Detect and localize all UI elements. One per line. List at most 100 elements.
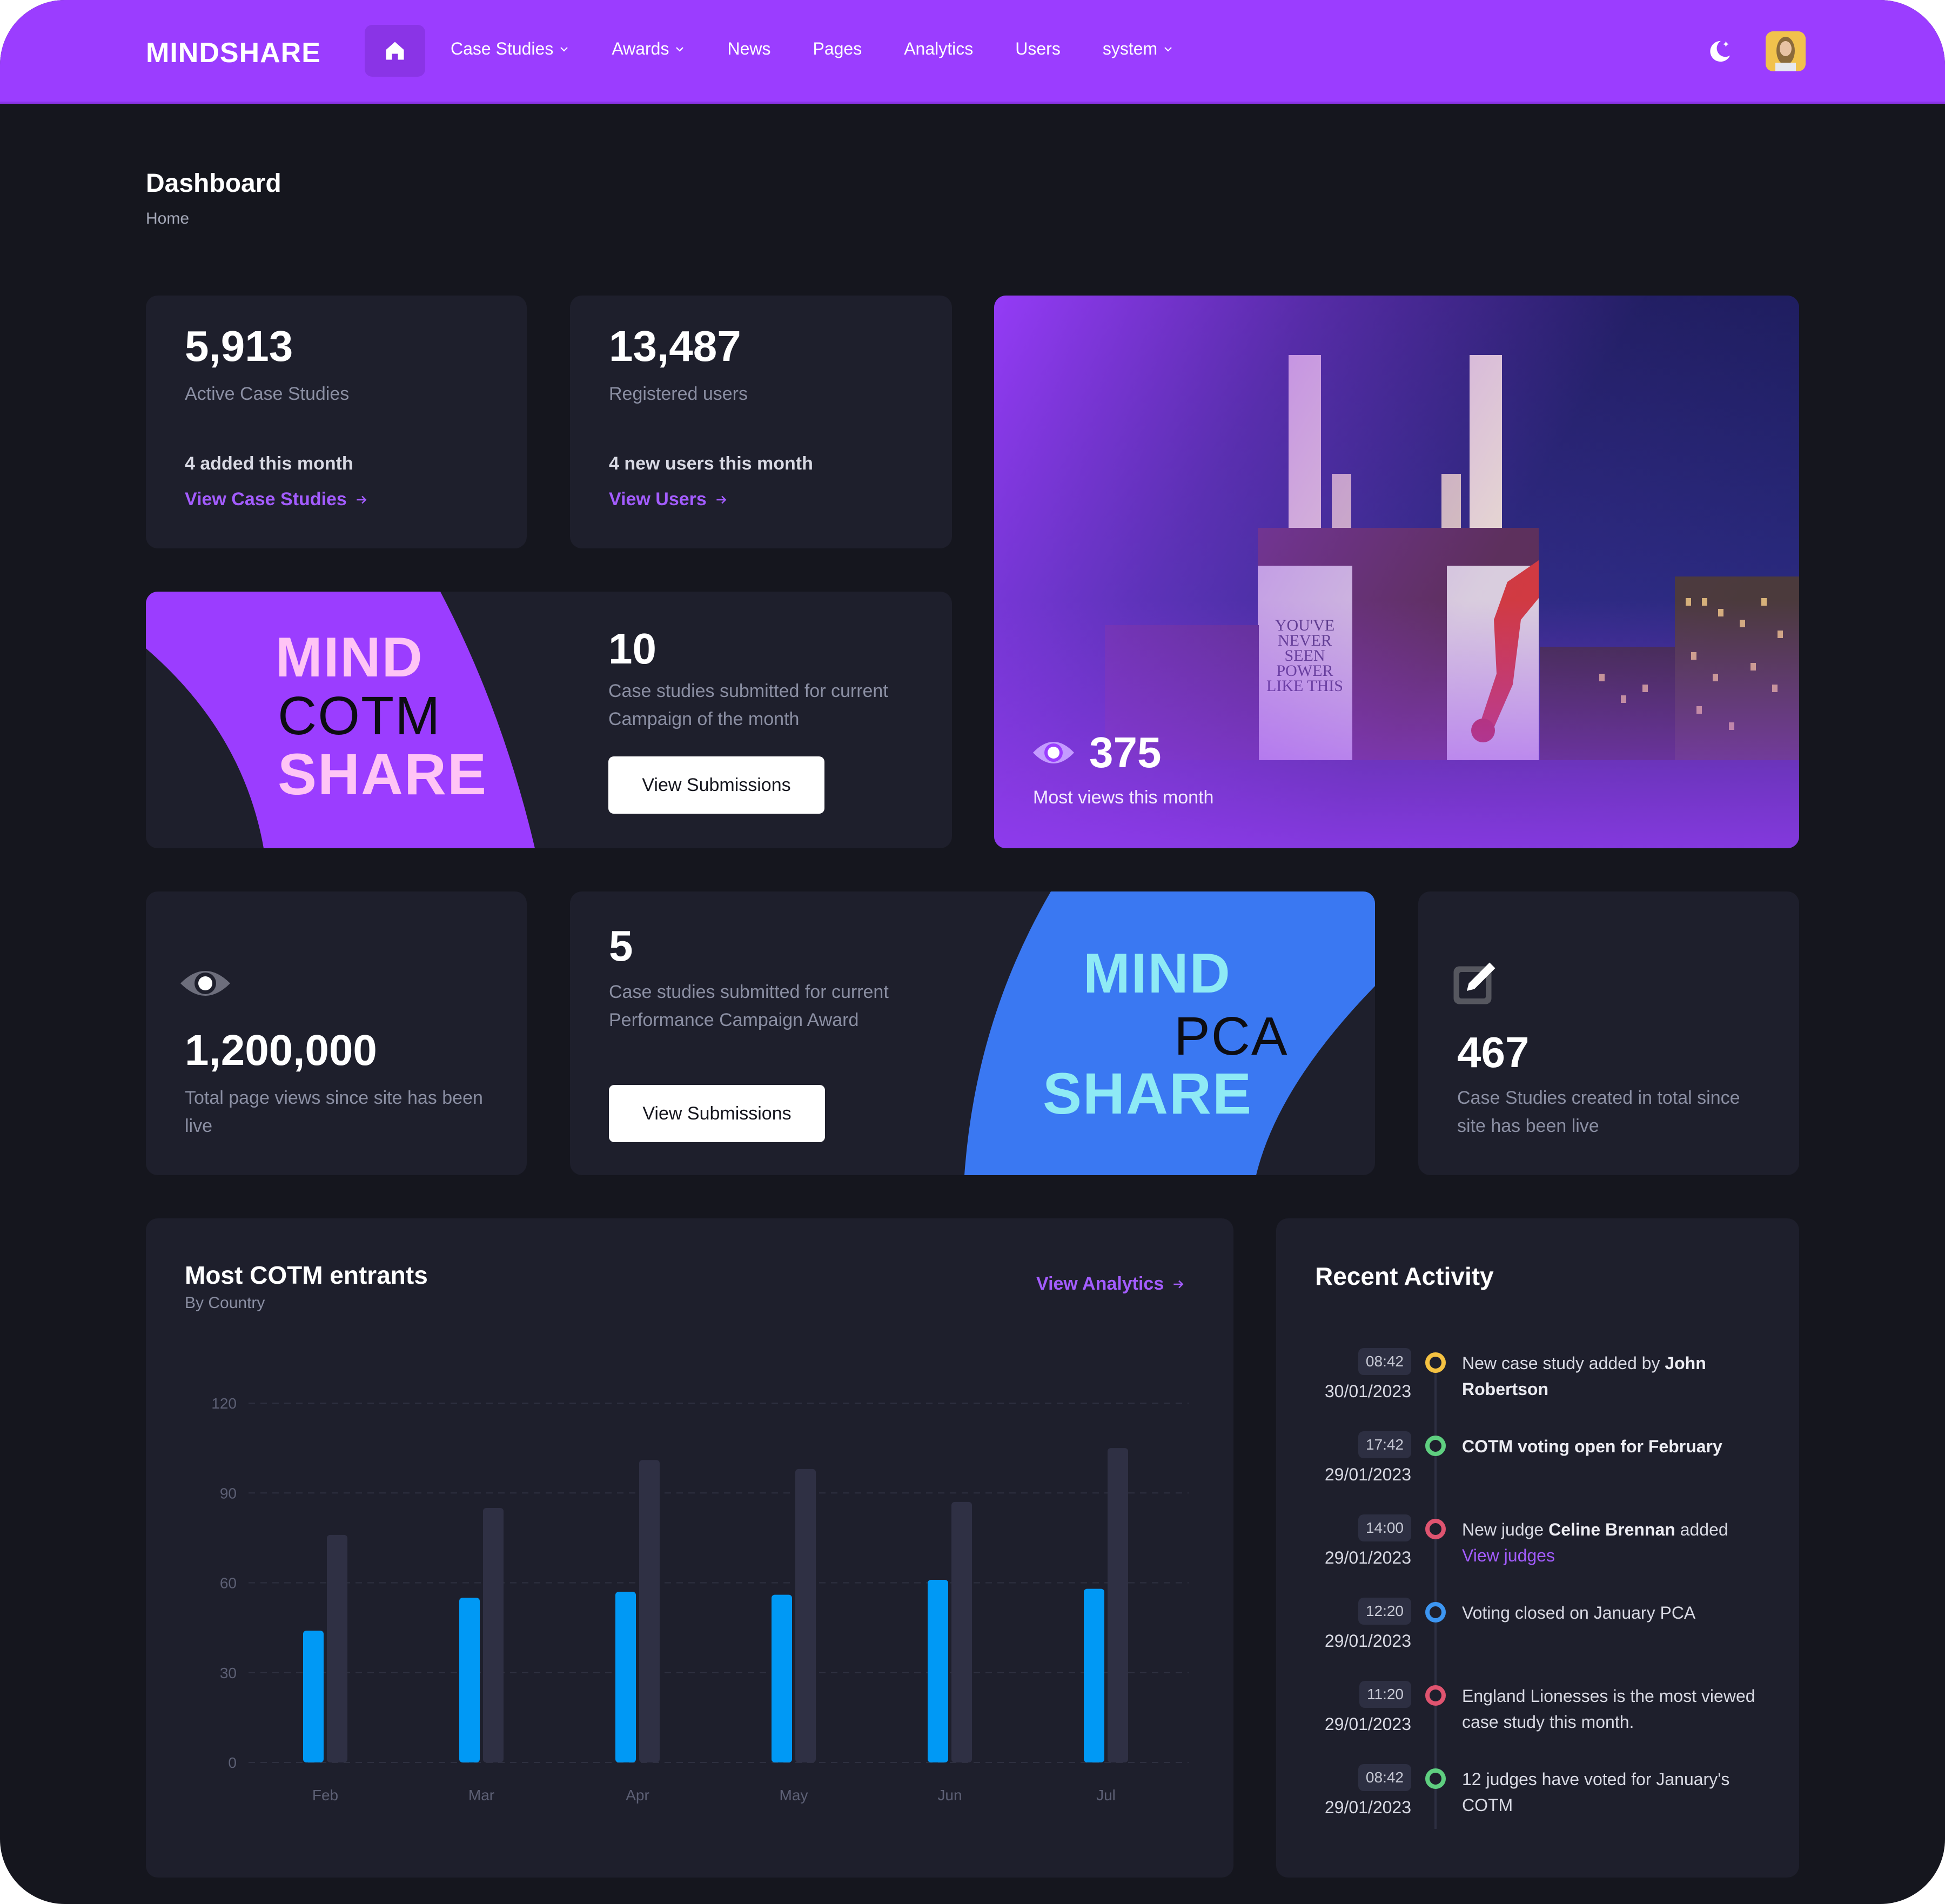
nav-item-pages[interactable]: Pages	[813, 39, 862, 59]
stat-label: Registered users	[609, 384, 748, 404]
breadcrumb-home[interactable]: Home	[146, 210, 189, 228]
y-tick-label: 30	[220, 1665, 237, 1681]
y-tick-label: 120	[211, 1395, 237, 1412]
cotm-brand-mind: MIND	[276, 626, 424, 689]
stat-label: Active Case Studies	[185, 384, 350, 404]
nav-item-label: Users	[1015, 39, 1061, 58]
activity-emphasis: COTM voting open for February	[1462, 1437, 1722, 1456]
nav-item-users[interactable]: Users	[1015, 39, 1061, 59]
nav-item-awards[interactable]: Awards	[612, 39, 685, 59]
cotm-view-submissions-button[interactable]: View Submissions	[608, 756, 824, 814]
chevron-down-icon	[676, 46, 684, 52]
pca-value: 5	[609, 922, 633, 970]
view-judges-link[interactable]: View judges	[1462, 1543, 1765, 1568]
x-tick-label: Mar	[468, 1787, 494, 1804]
nav-item-system[interactable]: system	[1103, 39, 1173, 59]
bar-jul-series-1[interactable]	[1084, 1588, 1104, 1762]
moon-icon[interactable]	[1707, 38, 1732, 65]
arrow-right-icon	[716, 495, 727, 504]
nav-item-analytics[interactable]: Analytics	[904, 39, 973, 59]
pca-brand-mind: MIND	[1083, 942, 1231, 1005]
nav-item-label: News	[727, 39, 771, 58]
activity-title: Recent Activity	[1315, 1262, 1494, 1290]
activity-emphasis: Celine Brennan	[1548, 1520, 1675, 1539]
activity-date: 29/01/2023	[1324, 1548, 1411, 1567]
most-views-overlay: 375	[1032, 728, 1161, 777]
activity-time: 08:42	[1358, 1348, 1411, 1375]
timeline-dot-icon	[1425, 1352, 1446, 1373]
user-avatar[interactable]	[1766, 31, 1806, 71]
bar-feb-series-2[interactable]	[327, 1534, 347, 1762]
link-label: View Users	[609, 489, 707, 509]
x-tick-label: May	[780, 1787, 808, 1804]
most-views-card[interactable]: YOU'VE NEVER SEEN POWER LIKE THIS	[994, 296, 1799, 848]
pca-view-submissions-button[interactable]: View Submissions	[609, 1085, 825, 1142]
bar-mar-series-2[interactable]	[483, 1507, 504, 1762]
activity-date: 30/01/2023	[1324, 1382, 1411, 1401]
arrow-right-icon	[357, 495, 367, 504]
bar-jun-series-2[interactable]	[951, 1501, 972, 1762]
total-created-card: 467 Case Studies created in total since …	[1418, 891, 1799, 1175]
chart-card: Most COTM entrants By Country View Analy…	[146, 1218, 1233, 1878]
link-label: View Case Studies	[185, 489, 347, 509]
x-tick-label: Jul	[1096, 1787, 1116, 1804]
cotm-card: MIND COTM SHARE 10 Case studies submitte…	[146, 592, 952, 848]
x-tick-label: Apr	[626, 1787, 649, 1804]
pca-brand-shape	[964, 891, 1375, 1175]
bar-jul-series-2[interactable]	[1108, 1448, 1128, 1762]
bar-jun-series-1[interactable]	[928, 1579, 948, 1762]
activity-item: 08:42 30/01/2023 New case study added by J…	[1276, 1348, 1799, 1429]
cotm-value: 10	[608, 625, 656, 673]
stat-card-users: 13,487 Registered users 4 new users this…	[570, 296, 952, 548]
activity-date: 29/01/2023	[1324, 1465, 1411, 1484]
bar-apr-series-1[interactable]	[615, 1592, 636, 1762]
x-tick-label: Feb	[312, 1787, 338, 1804]
nav-item-case-studies[interactable]: Case Studies	[451, 39, 569, 59]
stat-value: 13,487	[609, 322, 741, 370]
activity-time: 14:00	[1358, 1514, 1411, 1541]
edit-icon	[1453, 962, 1495, 1004]
stat-card-case-studies: 5,913 Active Case Studies 4 added this m…	[146, 296, 527, 548]
view-users-link[interactable]: View Users	[609, 489, 728, 510]
timeline-dot-icon	[1425, 1602, 1446, 1623]
top-navbar: MINDSHARE Case Studies Awards News Pages…	[0, 0, 1945, 104]
pca-brand-pca: PCA	[1174, 1006, 1289, 1067]
view-case-studies-link[interactable]: View Case Studies	[185, 489, 368, 510]
activity-text: Voting closed on January PCA	[1462, 1603, 1696, 1623]
activity-text: COTM voting open for February	[1462, 1433, 1765, 1459]
page-views-label: Total page views since site has been liv…	[185, 1088, 483, 1136]
chevron-down-icon	[560, 46, 568, 52]
activity-emphasis: John Robertson	[1462, 1353, 1706, 1399]
home-button[interactable]	[365, 25, 425, 77]
logo[interactable]: MINDSHARE	[146, 37, 321, 69]
nav-item-label: Analytics	[904, 39, 974, 58]
activity-date: 29/01/2023	[1324, 1714, 1411, 1734]
total-created-value: 467	[1457, 1028, 1530, 1076]
y-tick-label: 60	[220, 1575, 237, 1592]
y-tick-label: 90	[220, 1485, 237, 1501]
bar-may-series-2[interactable]	[795, 1469, 816, 1762]
timeline-dot-icon	[1425, 1685, 1446, 1706]
activity-time: 08:42	[1358, 1764, 1411, 1791]
app-window: MINDSHARE Case Studies Awards News Pages…	[0, 0, 1945, 1904]
activity-time: 12:20	[1358, 1598, 1411, 1625]
activity-date: 29/01/2023	[1324, 1631, 1411, 1651]
cotm-brand-share: SHARE	[278, 741, 488, 807]
cotm-label: Case studies submitted for current Campa…	[608, 681, 888, 729]
bar-apr-series-2[interactable]	[639, 1460, 660, 1762]
stat-note: 4 new users this month	[609, 453, 813, 474]
activity-text: New judge Celine Brennan added View judge…	[1462, 1517, 1765, 1568]
total-created-label: Case Studies created in total since site…	[1457, 1088, 1740, 1136]
avatar-image	[1766, 31, 1806, 71]
activity-time: 11:20	[1359, 1681, 1411, 1708]
eye-icon	[1033, 742, 1074, 763]
stat-value: 5,913	[185, 322, 293, 370]
activity-text: England Lionesses is the most viewed cas…	[1462, 1686, 1755, 1732]
bar-mar-series-1[interactable]	[459, 1598, 480, 1762]
bar-may-series-1[interactable]	[772, 1594, 792, 1762]
nav-item-label: Case Studies	[451, 39, 554, 58]
pca-brand-share: SHARE	[1043, 1061, 1253, 1126]
bar-feb-series-1[interactable]	[303, 1631, 324, 1762]
nav-item-news[interactable]: News	[727, 39, 770, 59]
nav-menu: Case Studies Awards News Pages Analytics…	[451, 39, 1216, 59]
